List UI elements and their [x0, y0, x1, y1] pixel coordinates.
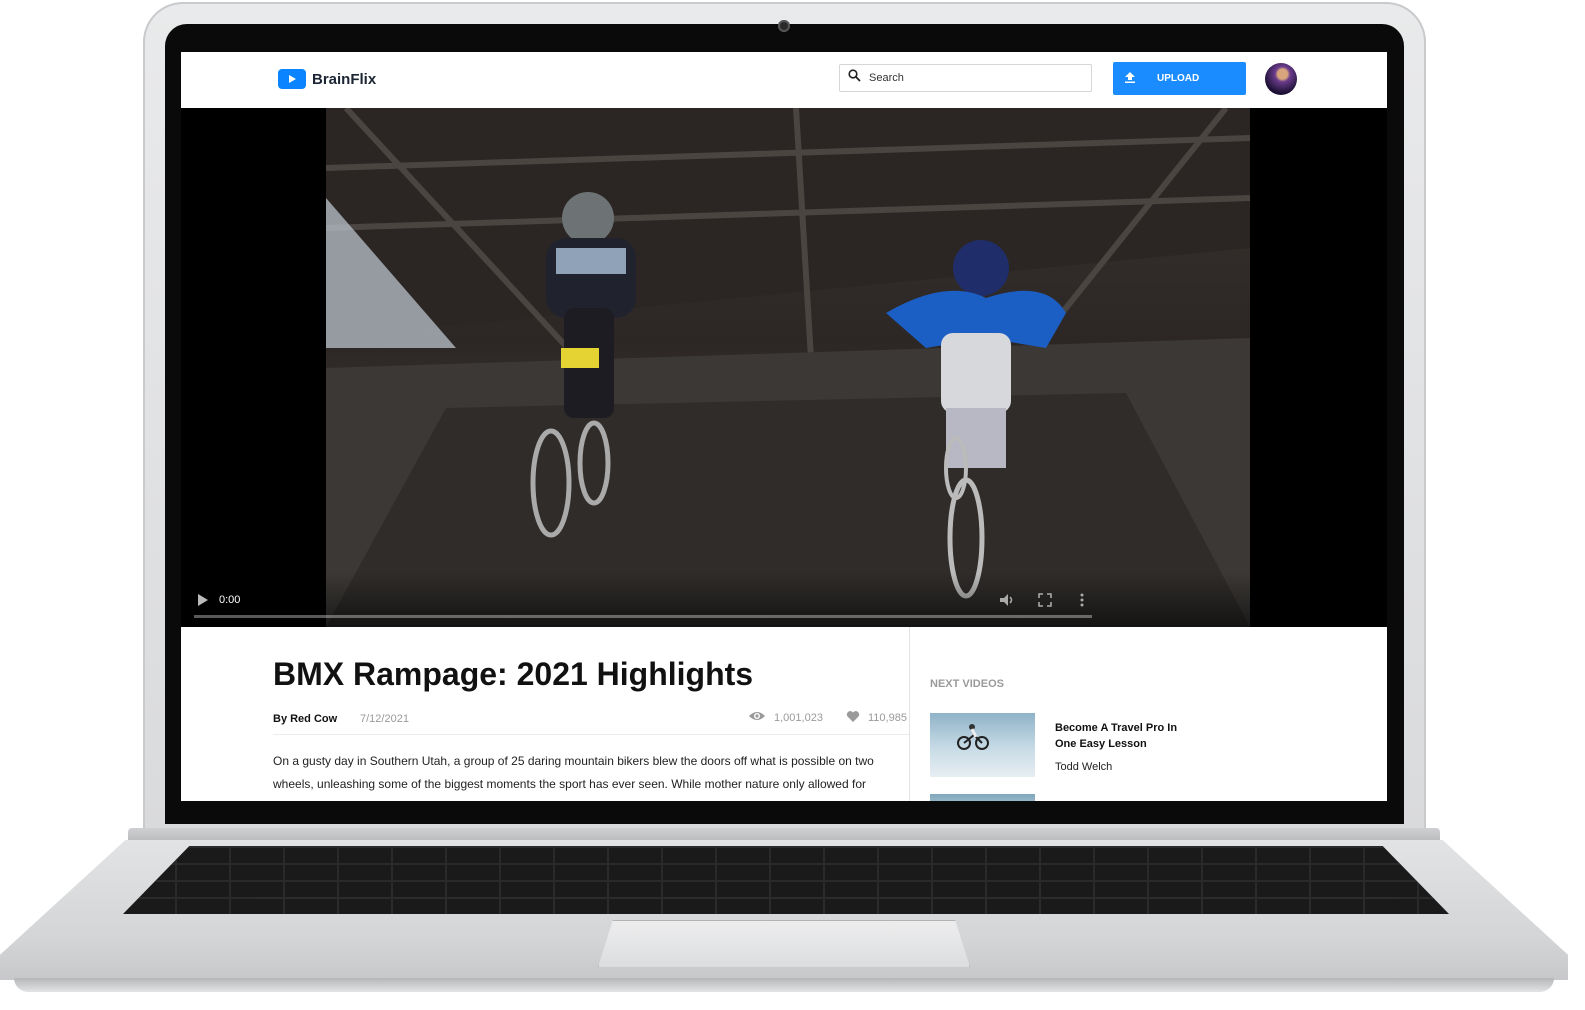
column-divider: [909, 627, 910, 801]
video-title: BMX Rampage: 2021 Highlights: [273, 656, 754, 692]
next-video-thumbnail[interactable]: [930, 713, 1035, 777]
video-author[interactable]: By Red Cow: [273, 713, 337, 725]
upload-icon: [1125, 71, 1135, 86]
search-input[interactable]: [867, 71, 1081, 85]
player-controls: 0:00: [181, 573, 1387, 627]
next-video-thumbnail[interactable]: [930, 794, 1035, 801]
next-videos-heading: NEXT VIDEOS: [930, 678, 1004, 690]
play-icon[interactable]: [197, 593, 209, 612]
video-frame: [326, 108, 1250, 627]
user-avatar[interactable]: [1265, 63, 1297, 95]
next-video-item[interactable]: Become A Travel Pro In One Easy Lesson T…: [930, 713, 1350, 777]
webcam: [778, 20, 790, 32]
upload-button[interactable]: UPLOAD: [1113, 62, 1246, 95]
laptop-base-edge: [14, 978, 1554, 992]
volume-icon[interactable]: [999, 593, 1015, 612]
next-video-title[interactable]: Become A Travel Pro In One Easy Lesson: [1055, 720, 1195, 752]
meta-divider: [273, 734, 909, 735]
video-player[interactable]: 0:00: [181, 108, 1387, 627]
top-navigation: BrainFlix UPLOAD: [181, 52, 1387, 108]
video-date: 7/12/2021: [360, 713, 409, 725]
like-count-value: 110,985: [868, 712, 907, 724]
search-icon: [848, 69, 861, 87]
play-icon: [278, 69, 306, 89]
video-description: On a gusty day in Southern Utah, a group…: [273, 754, 874, 791]
like-count[interactable]: 110,985: [846, 710, 907, 726]
next-video-author: Todd Welch: [1055, 761, 1113, 773]
brand-name: BrainFlix: [312, 70, 377, 88]
search-box[interactable]: [839, 64, 1092, 92]
eye-icon: [748, 710, 766, 725]
video-scene: [326, 108, 1250, 627]
more-vertical-icon[interactable]: [1080, 593, 1084, 612]
progress-bar[interactable]: [194, 615, 1092, 618]
brand-logo[interactable]: BrainFlix: [278, 69, 376, 89]
current-time: 0:00: [219, 594, 241, 606]
upload-button-label: UPLOAD: [1157, 73, 1200, 84]
app-screen: BrainFlix UPLOAD: [181, 52, 1387, 801]
laptop-keyboard: [123, 846, 1449, 914]
laptop-trackpad: [598, 920, 970, 967]
view-count-value: 1,001,023: [774, 711, 823, 724]
next-video-item[interactable]: [930, 794, 1035, 801]
heart-icon[interactable]: [846, 710, 860, 726]
laptop-hinge: [128, 828, 1440, 842]
fullscreen-icon[interactable]: [1038, 593, 1052, 612]
view-count: 1,001,023: [748, 710, 823, 725]
